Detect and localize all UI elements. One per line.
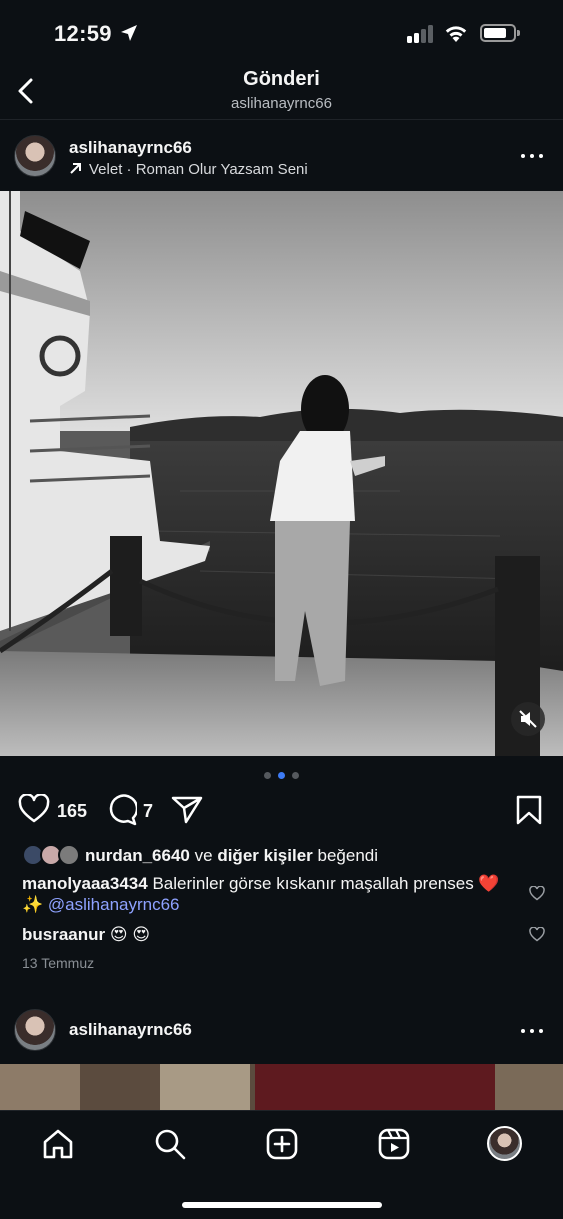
comment-count[interactable]: 7 <box>143 801 153 822</box>
more-options-button[interactable] <box>521 1026 545 1036</box>
comment-button[interactable] <box>105 794 137 826</box>
comment: manolyaaa3434 Balerinler görse kıskanır … <box>22 873 512 915</box>
liked-by-text: nurdan_6640 ve diğer kişiler beğendi <box>85 846 378 866</box>
post-date: 13 Temmuz <box>22 955 95 971</box>
cellular-signal-icon <box>407 25 435 43</box>
liked-by-connector: ve <box>194 846 213 865</box>
comment-text: 😍 😍 <box>109 925 151 944</box>
liked-by[interactable]: nurdan_6640 ve diğer kişiler beğendi <box>22 844 542 868</box>
reels-tab-icon[interactable] <box>377 1127 411 1161</box>
next-photo-scene <box>0 1064 563 1112</box>
create-tab-icon[interactable] <box>265 1127 299 1161</box>
speaker-muted-icon <box>519 710 537 728</box>
status-time: 12:59 <box>54 21 112 46</box>
post-username[interactable]: aslihanayrnc66 <box>69 138 192 158</box>
music-label: Velet · Roman Olur Yazsam Seni <box>89 161 308 178</box>
page-subtitle[interactable]: aslihanayrnc66 <box>0 95 563 112</box>
like-button[interactable] <box>18 794 50 824</box>
status-bar: 12:59 <box>0 0 563 64</box>
next-post-header: aslihanayrnc66 <box>0 994 563 1064</box>
battery-icon <box>480 24 520 42</box>
nav-header: Gönderi aslihanayrnc66 <box>0 64 563 120</box>
profile-tab-avatar[interactable] <box>487 1126 522 1161</box>
save-button[interactable] <box>516 795 542 825</box>
comment-like-icon[interactable] <box>529 886 545 901</box>
avatar[interactable] <box>14 135 56 177</box>
page-title: Gönderi <box>243 68 320 90</box>
avatar[interactable] <box>14 1009 56 1051</box>
post-photo[interactable] <box>0 191 563 756</box>
photo-scene <box>0 191 563 756</box>
liker-username[interactable]: nurdan_6640 <box>85 846 190 865</box>
post-header: aslihanayrnc66 Velet · Roman Olur Yazsam… <box>0 121 563 191</box>
mute-button[interactable] <box>511 702 545 736</box>
comment: busraanur 😍 😍 <box>22 924 512 945</box>
music-link[interactable]: Velet · Roman Olur Yazsam Seni <box>69 161 308 178</box>
post-username[interactable]: aslihanayrnc66 <box>69 1020 192 1040</box>
liked-by-suffix: beğendi <box>317 846 379 865</box>
more-options-button[interactable] <box>521 151 545 161</box>
home-indicator <box>182 1202 382 1208</box>
search-tab-icon[interactable] <box>153 1127 187 1161</box>
comment-username[interactable]: manolyaaa3434 <box>22 874 148 893</box>
liker-avatars <box>22 844 82 866</box>
carousel-dots <box>264 772 304 780</box>
location-arrow-icon <box>121 25 137 41</box>
comment-like-icon[interactable] <box>529 927 545 942</box>
post-actions: 165 7 <box>0 790 563 832</box>
arrow-up-right-icon <box>70 163 81 174</box>
wifi-icon <box>445 26 467 42</box>
tab-bar <box>0 1110 563 1219</box>
share-button[interactable] <box>171 796 203 824</box>
comment-mention[interactable]: @aslihanayrnc66 <box>48 895 180 914</box>
comment-username[interactable]: busraanur <box>22 925 105 944</box>
like-count[interactable]: 165 <box>57 801 87 822</box>
next-post-photo[interactable] <box>0 1064 563 1112</box>
liked-by-others[interactable]: diğer kişiler <box>217 846 312 865</box>
home-tab-icon[interactable] <box>41 1127 75 1161</box>
